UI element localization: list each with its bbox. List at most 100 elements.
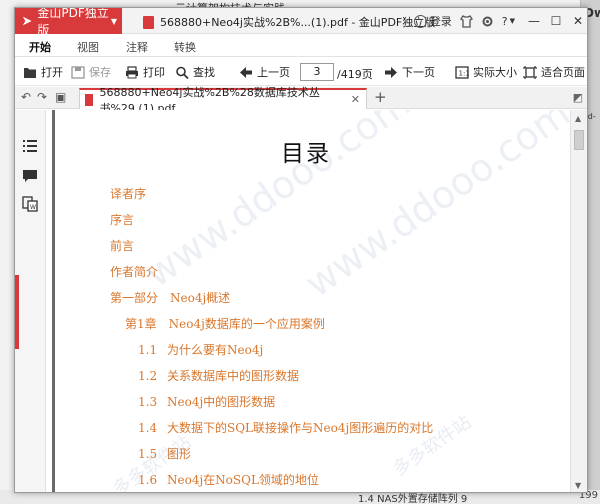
print-label: 打印 — [143, 66, 165, 79]
printer-icon — [126, 65, 138, 78]
help-button[interactable]: ? ▼ — [502, 15, 515, 28]
toc-entry-title: 为什么要有Neo4j — [167, 343, 264, 357]
actual-size-label: 实际大小 — [473, 66, 517, 79]
toc-entry[interactable]: 译者序 — [110, 185, 146, 202]
toc-entry-title: Neo4j中的图形数据 — [167, 395, 276, 409]
find-button[interactable]: 查找 — [175, 64, 215, 80]
toc-entry-title: 大数据下的SQL联接操作与Neo4j图形遍历的对比 — [167, 421, 434, 435]
toc-entry[interactable]: 1.2 关系数据库中的图形数据 — [138, 367, 299, 384]
toc-entry[interactable]: 1.1 为什么要有Neo4j — [138, 341, 263, 358]
desktop: 云计算架构技术与实践 Dw vd-1 1.4 NAS外置存储阵列 9 199 金… — [0, 0, 600, 504]
toc-entry-title: 第1章 Neo4j数据库的一个应用案例 — [125, 317, 325, 331]
tab-list-icon[interactable]: ◩ — [573, 91, 583, 104]
minimize-button[interactable]: — — [523, 14, 545, 28]
tab-view[interactable]: 视图 — [77, 39, 99, 55]
close-icon: ✕ — [572, 14, 584, 28]
thumbnail-icon[interactable]: W — [22, 196, 38, 212]
toc-entry[interactable]: 第1章 Neo4j数据库的一个应用案例 — [125, 315, 325, 332]
toc-entry-title: 第一部分 Neo4j概述 — [110, 291, 231, 305]
chevron-down-icon: ▼ — [509, 17, 515, 25]
toc-entry[interactable]: 1.6 Neo4j在NoSQL领域的地位 — [138, 471, 319, 488]
app-name: 金山PDF独立版 — [37, 7, 109, 37]
settings-button[interactable] — [481, 15, 494, 28]
toc-entry-title: 序言 — [110, 213, 135, 227]
toc-entry-title: 译者序 — [110, 187, 147, 201]
comment-icon[interactable] — [22, 168, 38, 184]
toc-entry[interactable]: 1.4 大数据下的SQL联接操作与Neo4j图形遍历的对比 — [138, 419, 433, 436]
scroll-down-icon[interactable]: ▼ — [575, 481, 581, 490]
close-tab-icon[interactable]: ✕ — [351, 93, 360, 106]
ribbon-tabs: 开始 视图 注释 转换 — [15, 35, 587, 60]
next-page-label: 下一页 — [402, 66, 435, 79]
print-button[interactable]: 打印 — [125, 64, 165, 80]
document-tab[interactable]: 568880+Neo4j实战%2B%28数据库技术丛书%29 (1).pdf ✕ — [79, 86, 367, 115]
maximize-button[interactable]: ☐ — [545, 14, 567, 28]
prev-page-label: 上一页 — [257, 66, 290, 79]
gear-icon — [482, 16, 493, 26]
folder-icon — [24, 67, 36, 78]
tab-convert[interactable]: 转换 — [174, 39, 196, 55]
save-button[interactable]: 保存 — [71, 64, 111, 80]
fit-page-icon — [523, 65, 537, 79]
arrow-right-icon — [385, 66, 397, 78]
window-title: 568880+Neo4j实战%2B%...(1).pdf - 金山PDF独立版 — [143, 14, 435, 30]
sidebar-collapse-handle[interactable] — [15, 275, 19, 349]
pdf-file-icon — [143, 15, 154, 29]
toc-entry[interactable]: 前言 — [110, 237, 134, 254]
scroll-up-icon[interactable]: ▲ — [575, 114, 581, 123]
chevron-down-icon: ▼ — [110, 16, 117, 26]
toc-entry[interactable]: 第一部分 Neo4j概述 — [110, 289, 230, 306]
actual-size-button[interactable]: 1:1 实际大小 — [455, 64, 517, 80]
open-label: 打开 — [41, 66, 63, 79]
toc-entry[interactable]: 1.5 图形 — [138, 445, 191, 462]
pdf-page: 目录 译者序序言前言作者简介第一部分 Neo4j概述第1章 Neo4j数据库的一… — [52, 110, 557, 492]
save-icon — [71, 65, 85, 79]
actual-size-icon: 1:1 — [455, 65, 470, 79]
window-controls: 登录 ? ▼ — ☐ ✕ — [413, 8, 587, 34]
title-bar: 金山PDF独立版 ▼ 568880+Neo4j实战%2B%...(1).pdf … — [15, 8, 587, 37]
login-button[interactable]: 登录 — [413, 13, 452, 29]
document-tab-bar: ↶ ↷ ▣ 568880+Neo4j实战%2B%28数据库技术丛书%29 (1)… — [15, 86, 587, 115]
pdf-window: 金山PDF独立版 ▼ 568880+Neo4j实战%2B%...(1).pdf … — [14, 7, 588, 493]
login-label: 登录 — [429, 15, 452, 28]
fit-page-button[interactable]: 适合页面 — [523, 64, 585, 80]
redo-icon[interactable]: ↷ — [37, 90, 47, 104]
minimize-icon: — — [528, 14, 540, 28]
shirt-icon — [459, 14, 473, 28]
tab-home[interactable]: 开始 — [29, 39, 51, 60]
search-icon — [176, 66, 189, 79]
toc-entry-title: 图形 — [167, 447, 192, 461]
maximize-icon: ☐ — [550, 14, 562, 28]
window-title-text: 568880+Neo4j实战%2B%...(1).pdf - 金山PDF独立版 — [160, 16, 436, 29]
help-label: ? — [501, 14, 508, 28]
svg-text:1:1: 1:1 — [459, 69, 470, 77]
toolbar: 打开 保存 打印 查找 上一页 3 /419页 下一页 1:1 实际大小 适合页… — [15, 58, 587, 86]
new-tab-button[interactable]: + — [374, 88, 387, 106]
document-view: 目录 译者序序言前言作者简介第一部分 Neo4j概述第1章 Neo4j数据库的一… — [47, 110, 572, 492]
undo-icon[interactable]: ↶ — [21, 90, 31, 104]
toc-entry[interactable]: 1.3 Neo4j中的图形数据 — [138, 393, 275, 410]
save-small-icon[interactable]: ▣ — [55, 90, 66, 104]
close-button[interactable]: ✕ — [567, 14, 587, 28]
user-icon — [413, 14, 427, 28]
toc-entry[interactable]: 作者简介 — [110, 263, 158, 280]
open-button[interactable]: 打开 — [23, 64, 63, 80]
save-label: 保存 — [89, 66, 111, 79]
scrollbar-thumb[interactable] — [574, 130, 584, 150]
fit-page-label: 适合页面 — [541, 66, 585, 79]
skin-button[interactable] — [459, 14, 473, 28]
toc-entry-title: 前言 — [110, 239, 135, 253]
toc-entry-title: Neo4j在NoSQL领域的地位 — [167, 473, 319, 487]
outline-list-icon[interactable] — [22, 138, 38, 154]
vertical-scrollbar[interactable]: ▲ ▼ — [570, 110, 587, 492]
toc-entry-title: 关系数据库中的图形数据 — [167, 369, 300, 383]
page-number-input[interactable]: 3 — [300, 63, 334, 81]
prev-page-button[interactable]: 上一页 — [239, 64, 290, 80]
toc-entry[interactable]: 序言 — [110, 211, 134, 228]
app-logo-icon — [22, 16, 32, 26]
app-menu-button[interactable]: 金山PDF独立版 ▼ — [15, 8, 122, 37]
tab-annotate[interactable]: 注释 — [126, 39, 148, 55]
next-page-button[interactable]: 下一页 — [384, 64, 435, 80]
pdf-file-icon — [85, 93, 94, 106]
page-heading: 目录 — [281, 141, 331, 167]
